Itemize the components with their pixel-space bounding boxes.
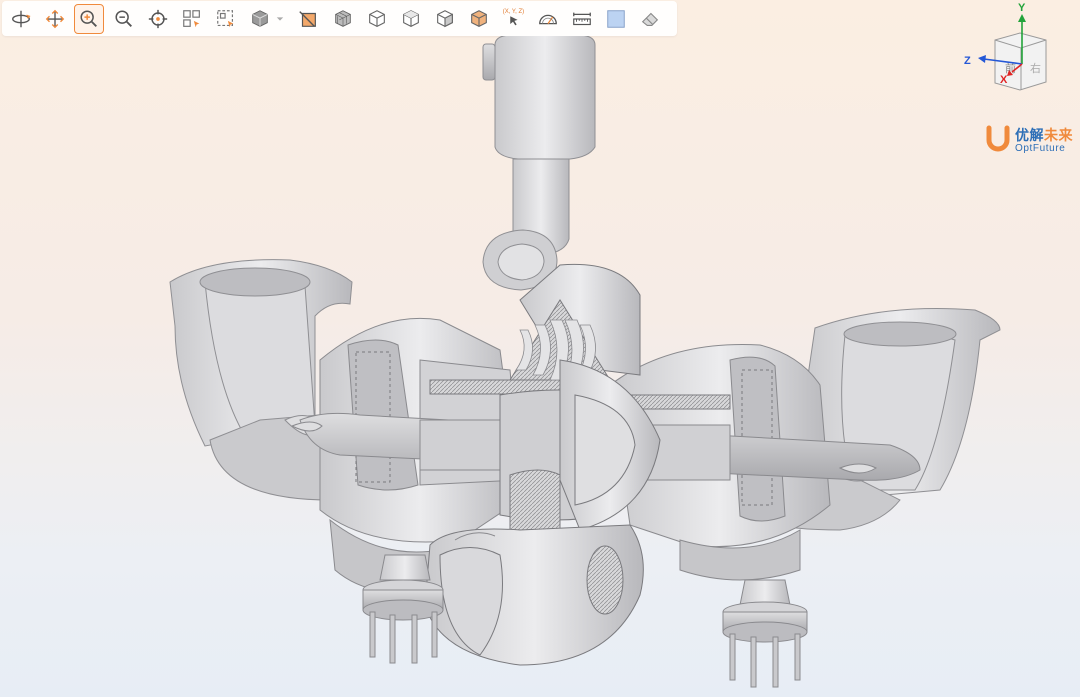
window-select-icon bbox=[217, 9, 234, 27]
wireframe-cube-icon bbox=[334, 9, 351, 27]
view-side-tool[interactable] bbox=[430, 4, 460, 34]
window-select-tool[interactable] bbox=[211, 4, 241, 34]
y-axis-label: Y bbox=[1018, 2, 1026, 14]
rotate-tool[interactable] bbox=[6, 4, 36, 34]
cube-iso-icon bbox=[471, 9, 488, 27]
coordinate-label: (X, Y, Z) bbox=[502, 8, 525, 15]
view-top-tool[interactable] bbox=[396, 4, 426, 34]
cube-top-icon bbox=[402, 9, 419, 27]
chevron-down-icon bbox=[277, 16, 284, 21]
lower-volute-scroll bbox=[424, 524, 644, 666]
viewer-toolbar: (X, Y, Z) bbox=[2, 1, 677, 36]
right-support-foot bbox=[722, 579, 808, 688]
view-front-tool[interactable] bbox=[362, 4, 392, 34]
3d-viewport[interactable] bbox=[0, 36, 1080, 697]
zoom-in-tool[interactable] bbox=[74, 3, 105, 34]
section-plane-tool[interactable] bbox=[293, 4, 323, 34]
box-select-icon bbox=[183, 9, 200, 27]
motor-housing bbox=[482, 36, 596, 291]
rotate-icon bbox=[12, 10, 31, 27]
zoom-out-tool[interactable] bbox=[109, 4, 139, 34]
section-plane-icon bbox=[299, 10, 317, 27]
eraser-icon bbox=[642, 12, 659, 26]
wireframe-tool[interactable] bbox=[328, 4, 358, 34]
ruler-icon bbox=[572, 12, 591, 25]
view-cube-tool[interactable] bbox=[245, 4, 275, 34]
cube-front-icon bbox=[368, 9, 385, 27]
angle-measure-tool[interactable] bbox=[533, 4, 563, 34]
pan-tool[interactable] bbox=[40, 4, 70, 34]
y-axis-arrow bbox=[1018, 14, 1026, 22]
zoom-out-icon bbox=[115, 9, 132, 27]
background-color-tool[interactable] bbox=[601, 4, 631, 34]
zoom-in-icon bbox=[80, 9, 98, 27]
target-icon bbox=[148, 9, 167, 28]
cube-dropdown-icon bbox=[252, 9, 269, 27]
fit-center-tool[interactable] bbox=[143, 4, 173, 34]
pan-icon bbox=[45, 9, 65, 28]
view-iso-tool[interactable] bbox=[464, 4, 494, 34]
protractor-icon bbox=[538, 14, 557, 24]
distance-measure-tool[interactable] bbox=[567, 4, 597, 34]
box-select-tool[interactable] bbox=[177, 4, 207, 34]
eraser-tool[interactable] bbox=[635, 4, 665, 34]
coordinate-pick-tool[interactable]: (X, Y, Z) bbox=[498, 4, 528, 34]
cube-side-icon bbox=[437, 9, 453, 27]
turbocompressor-section-model[interactable] bbox=[0, 36, 1080, 697]
color-swatch-icon bbox=[607, 9, 625, 28]
view-cube-dropdown-caret[interactable] bbox=[275, 4, 285, 34]
